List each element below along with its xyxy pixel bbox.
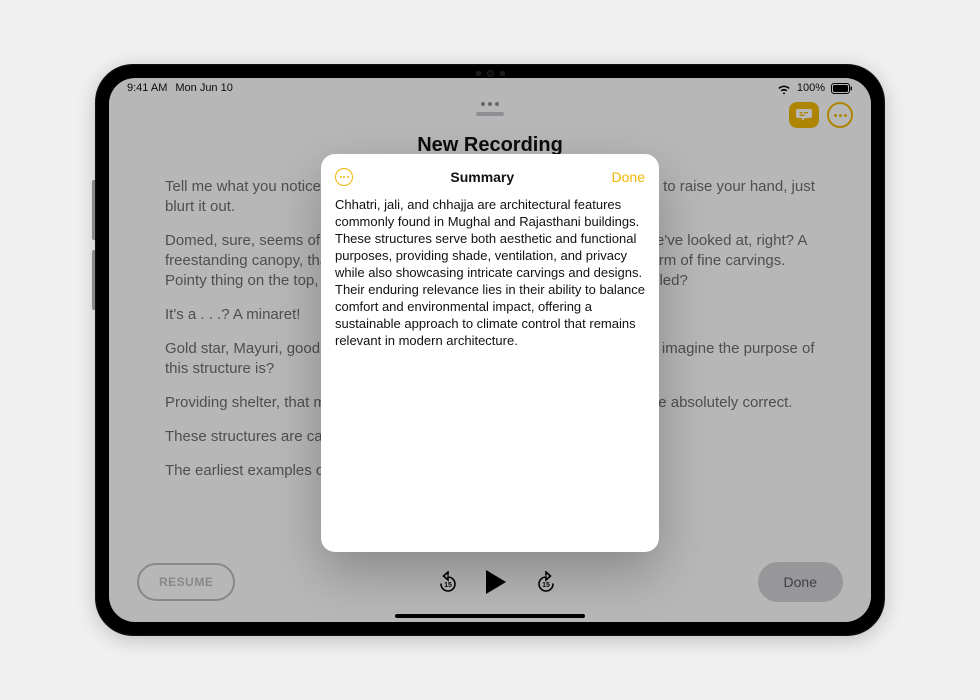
home-indicator[interactable] (395, 614, 585, 618)
status-date: Mon Jun 10 (175, 82, 232, 94)
modal-more-button[interactable] (335, 168, 353, 186)
skip-back-15-icon[interactable]: 15 (436, 571, 458, 593)
playback-bar: RESUME 15 15 Done (109, 560, 871, 604)
transcript-button[interactable] (789, 102, 819, 128)
front-camera (455, 70, 525, 76)
battery-icon (831, 83, 853, 94)
skip-forward-15-icon[interactable]: 15 (534, 571, 556, 593)
svg-text:15: 15 (445, 582, 453, 589)
modal-title: Summary (450, 169, 514, 185)
status-bar: 9:41 AM Mon Jun 10 100% (109, 78, 871, 98)
status-time: 9:41 AM (127, 82, 167, 94)
summary-text: Chhatri, jali, and chhajja are architect… (335, 196, 645, 349)
more-options-button[interactable] (827, 102, 853, 128)
drag-handle[interactable] (476, 112, 504, 116)
screen: 9:41 AM Mon Jun 10 100% (109, 78, 871, 622)
handle-dots-icon[interactable] (479, 102, 501, 108)
play-button[interactable] (486, 570, 506, 594)
wifi-icon (777, 83, 791, 94)
summary-modal: Summary Done Chhatri, jali, and chhajja … (321, 154, 659, 552)
done-button[interactable]: Done (758, 562, 843, 602)
battery-percent: 100% (797, 82, 825, 94)
ipad-device-frame: 9:41 AM Mon Jun 10 100% (95, 64, 885, 636)
modal-done-button[interactable]: Done (612, 169, 645, 185)
svg-text:15: 15 (543, 582, 551, 589)
resume-button[interactable]: RESUME (137, 563, 235, 601)
